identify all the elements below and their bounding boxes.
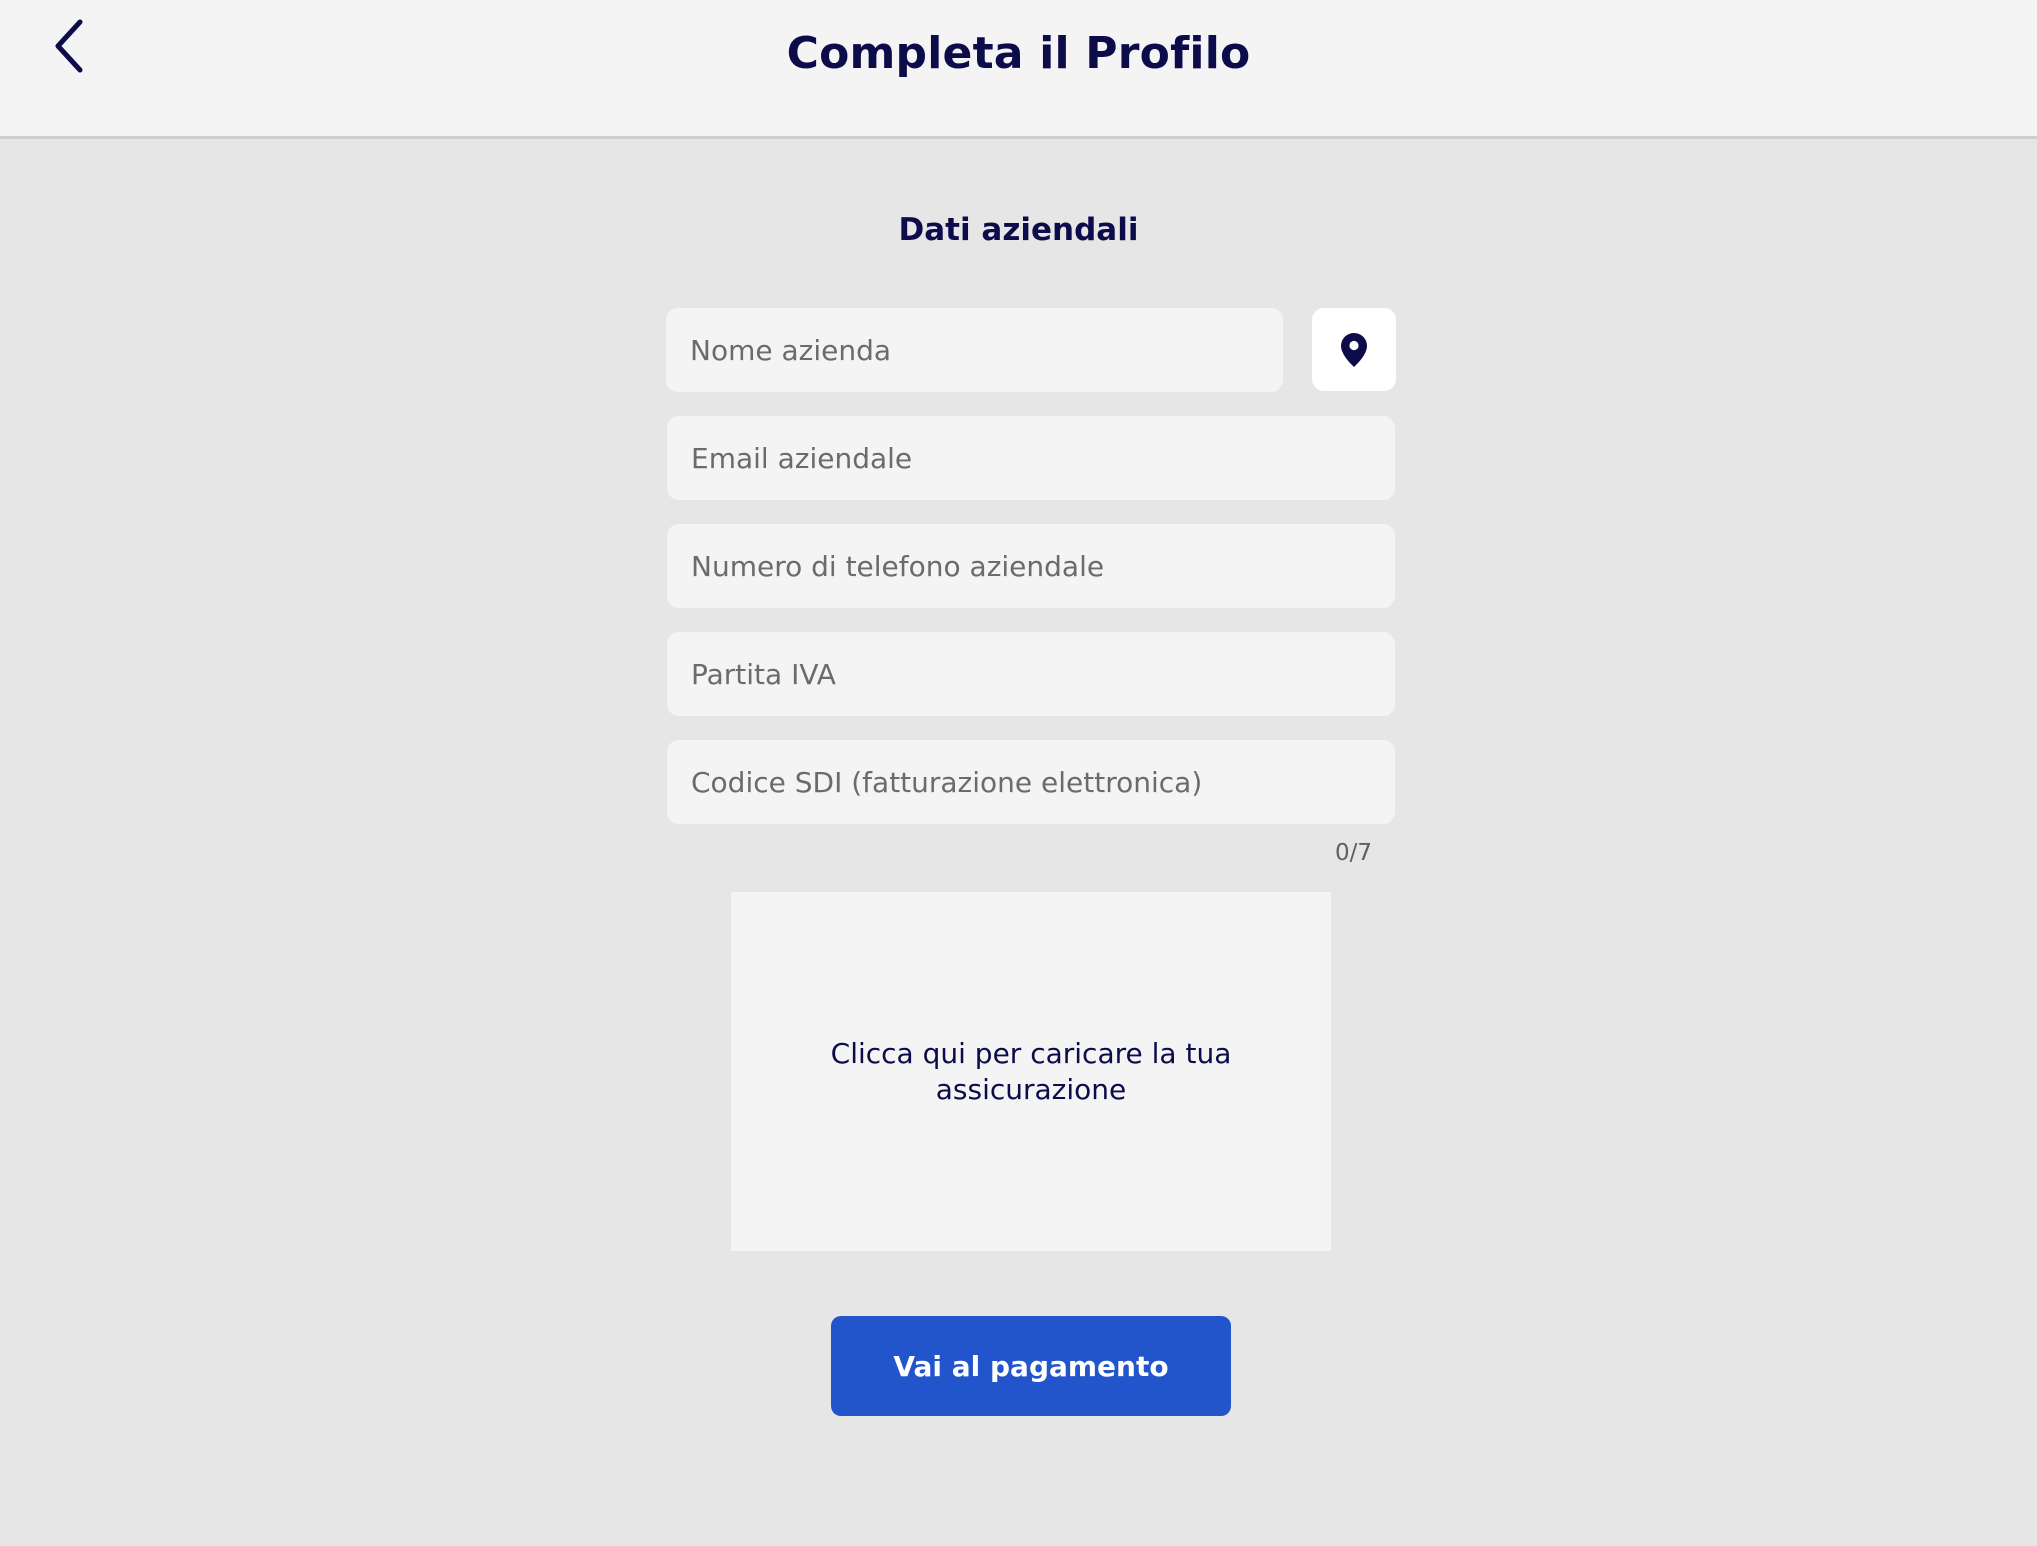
insurance-upload-area[interactable]: Clicca qui per caricare la tua assicuraz…	[731, 892, 1331, 1251]
app-header: Completa il Profilo	[0, 0, 2037, 139]
page-title: Completa il Profilo	[786, 28, 1251, 79]
vat-number-field[interactable]: Partita IVA	[667, 632, 1395, 716]
company-phone-field[interactable]: Numero di telefono aziendale	[667, 524, 1395, 608]
company-name-placeholder: Nome azienda	[690, 333, 892, 367]
section-title: Dati aziendali	[898, 212, 1139, 248]
sdi-code-field[interactable]: Codice SDI (fatturazione elettronica)	[667, 740, 1395, 824]
go-to-payment-button[interactable]: Vai al pagamento	[831, 1316, 1231, 1416]
company-phone-placeholder: Numero di telefono aziendale	[691, 549, 1105, 583]
sdi-character-counter: 0/7	[1334, 840, 1372, 866]
sdi-code-placeholder: Codice SDI (fatturazione elettronica)	[691, 765, 1203, 799]
company-email-field[interactable]: Email aziendale	[667, 416, 1395, 500]
location-button[interactable]	[1312, 308, 1396, 391]
vat-number-placeholder: Partita IVA	[691, 657, 836, 691]
insurance-upload-label: Clicca qui per caricare la tua assicuraz…	[830, 1036, 1232, 1106]
company-email-placeholder: Email aziendale	[691, 441, 913, 475]
company-name-field[interactable]: Nome azienda	[666, 308, 1283, 392]
map-pin-icon	[1341, 332, 1367, 367]
